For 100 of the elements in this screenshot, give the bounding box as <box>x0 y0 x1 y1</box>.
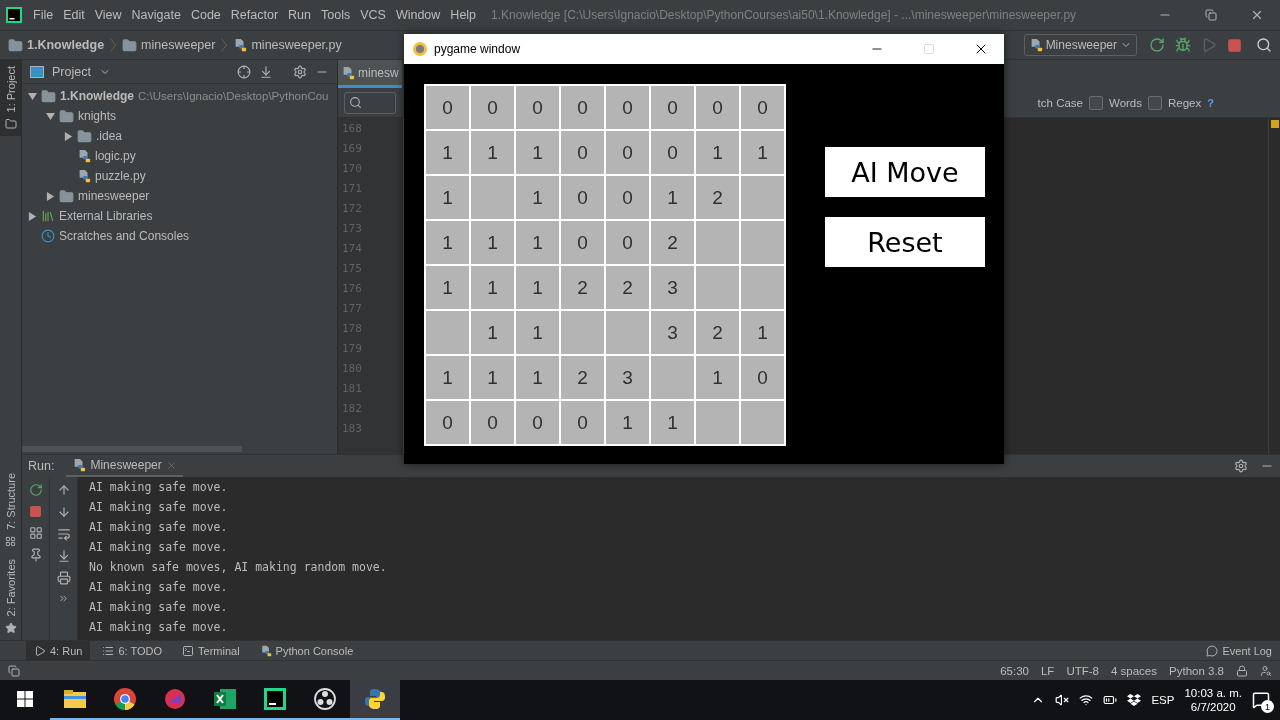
board-cell[interactable]: 0 <box>606 221 649 264</box>
board-cell[interactable] <box>561 311 604 354</box>
layout-icon[interactable] <box>28 526 43 540</box>
board-cell[interactable]: 1 <box>426 221 469 264</box>
board-cell[interactable]: 1 <box>426 131 469 174</box>
board-cell[interactable] <box>741 401 784 444</box>
tree-item[interactable]: External Libraries <box>59 209 153 223</box>
tree-item[interactable]: Scratches and Consoles <box>59 229 190 243</box>
board-cell[interactable]: 1 <box>741 311 784 354</box>
board-cell[interactable]: 1 <box>426 266 469 309</box>
status-item[interactable]: 4 spaces <box>1111 664 1157 677</box>
stop-icon[interactable] <box>29 505 42 518</box>
menu-item[interactable]: View <box>89 8 127 22</box>
board-cell[interactable]: 1 <box>606 401 649 444</box>
collapsed-arrow-icon[interactable] <box>64 131 73 141</box>
tool-tab[interactable]: Terminal <box>174 640 248 661</box>
clock-date[interactable]: 6/7/2020 <box>1190 701 1236 713</box>
status-item[interactable]: UTF-8 <box>1066 664 1099 677</box>
board-cell[interactable] <box>471 176 514 219</box>
settings-icon[interactable] <box>1234 459 1248 473</box>
tool-tab[interactable]: 4: Run <box>26 640 91 661</box>
board-cell[interactable]: 1 <box>516 176 559 219</box>
help-link[interactable]: ? <box>1207 96 1214 109</box>
board-cell[interactable]: 0 <box>741 86 784 129</box>
board-cell[interactable] <box>651 356 694 399</box>
menu-item[interactable]: Help <box>445 8 482 22</box>
status-item[interactable]: 65:30 <box>1000 664 1029 677</box>
inspector-icon[interactable] <box>1260 664 1272 677</box>
scrollbar[interactable] <box>22 446 242 452</box>
menu-item[interactable]: Run <box>283 8 316 22</box>
tree-item[interactable]: minesweeper <box>78 189 150 203</box>
board-cell[interactable]: 0 <box>471 86 514 129</box>
menu-item[interactable]: Navigate <box>126 8 186 22</box>
layout-icon[interactable] <box>8 664 20 677</box>
board-cell[interactable] <box>426 311 469 354</box>
board-cell[interactable]: 1 <box>516 311 559 354</box>
board-cell[interactable]: 1 <box>516 221 559 264</box>
language-indicator[interactable]: ESP <box>1151 694 1175 706</box>
menu-item[interactable]: Code <box>185 8 226 22</box>
debug-icon[interactable] <box>1175 37 1191 53</box>
option-label[interactable]: Regex <box>1168 96 1202 109</box>
board-cell[interactable]: 3 <box>651 266 694 309</box>
option-label[interactable]: Words <box>1109 96 1142 109</box>
tool-window-tab[interactable]: 2: Favorites <box>4 558 17 616</box>
rerun-icon[interactable] <box>1149 37 1165 53</box>
scroll-end-icon[interactable] <box>56 549 71 563</box>
board-cell[interactable]: 2 <box>561 266 604 309</box>
board-cell[interactable]: 0 <box>426 401 469 444</box>
board-cell[interactable]: 0 <box>561 86 604 129</box>
tool-tab[interactable]: Python Console <box>251 640 362 661</box>
board-cell[interactable]: 1 <box>471 356 514 399</box>
board-cell[interactable]: 2 <box>561 356 604 399</box>
board-cell[interactable]: 1 <box>516 356 559 399</box>
panel-title[interactable]: Project <box>52 64 91 79</box>
clock-time[interactable]: 10:03 a. m. <box>1184 687 1242 699</box>
tree-item[interactable]: knights <box>78 109 117 123</box>
board-cell[interactable]: 1 <box>696 131 739 174</box>
board-cell[interactable]: 1 <box>696 356 739 399</box>
menu-item[interactable]: Tools <box>316 8 356 22</box>
pin-icon[interactable] <box>28 548 43 562</box>
board-cell[interactable]: 0 <box>651 86 694 129</box>
menu-item[interactable]: Refactor <box>225 8 284 22</box>
board-cell[interactable]: 3 <box>606 356 649 399</box>
board-cell[interactable] <box>741 221 784 264</box>
volume-icon[interactable] <box>1055 693 1070 707</box>
wrap-icon[interactable] <box>56 527 71 541</box>
board-cell[interactable] <box>696 401 739 444</box>
print-icon[interactable] <box>56 571 71 585</box>
down-arrow-icon[interactable] <box>56 505 71 519</box>
board-cell[interactable] <box>606 311 649 354</box>
board-cell[interactable] <box>696 266 739 309</box>
board-cell[interactable]: 0 <box>516 86 559 129</box>
board-cell[interactable]: 3 <box>651 311 694 354</box>
board-cell[interactable]: 0 <box>471 401 514 444</box>
board-cell[interactable]: 2 <box>651 221 694 264</box>
board-cell[interactable]: 0 <box>426 86 469 129</box>
event-log-tab[interactable]: Event Log <box>1198 640 1280 661</box>
breadcrumb[interactable]: 1.Knowledge <box>8 37 105 53</box>
board-cell[interactable]: 2 <box>696 176 739 219</box>
menu-item[interactable]: VCS <box>355 8 391 22</box>
board-cell[interactable]: 1 <box>471 311 514 354</box>
board-cell[interactable]: 1 <box>741 131 784 174</box>
board-cell[interactable] <box>741 176 784 219</box>
run-tab[interactable]: Minesweeper <box>66 455 183 477</box>
board-cell[interactable]: 2 <box>696 311 739 354</box>
lock-icon[interactable] <box>1236 664 1248 677</box>
board-cell[interactable]: 1 <box>651 176 694 219</box>
board-cell[interactable]: 1 <box>426 176 469 219</box>
board-cell[interactable]: 1 <box>516 266 559 309</box>
board-cell[interactable]: 0 <box>561 176 604 219</box>
board-cell[interactable] <box>696 221 739 264</box>
checkbox[interactable] <box>1089 95 1103 110</box>
menu-item[interactable]: File <box>28 8 59 22</box>
tool-tab[interactable]: 6: TODO <box>94 640 171 661</box>
board-cell[interactable]: 0 <box>561 221 604 264</box>
battery-icon[interactable] <box>1103 693 1118 707</box>
menu-item[interactable]: Window <box>390 8 446 22</box>
board-cell[interactable]: 2 <box>606 266 649 309</box>
board-cell[interactable]: 0 <box>606 131 649 174</box>
tree-item[interactable]: logic.py <box>95 149 136 163</box>
